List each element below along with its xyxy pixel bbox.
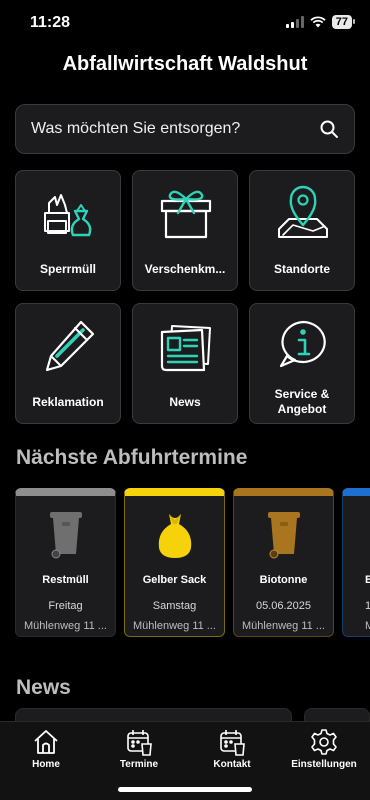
status-bar: 11:28 77 [0,0,370,44]
tab-home[interactable]: Home [0,728,92,778]
gear-icon [311,729,337,755]
grey-bin-icon [50,512,82,559]
pickup-type: Restmüll [42,574,89,586]
tile-label: Sperrmüll [39,261,96,276]
pickup-card-restmuell[interactable]: Restmüll Freitag Mühlenweg 11 ... [15,488,116,637]
newspaper-icon [160,325,211,372]
pickup-card-blaue-tonne[interactable]: Bl 1 M [342,488,370,637]
pickup-street: M [365,620,370,632]
brown-bin-icon [268,512,300,559]
search-icon[interactable] [319,119,339,139]
pickup-day: 05.06.2025 [255,600,312,612]
gift-icon [160,190,212,239]
app-header: Abfallwirtschaft Waldshut [0,44,370,88]
pickup-day: 1 [365,600,370,612]
pickup-type: Biotonne [259,574,308,586]
tab-label: Termine [119,759,159,770]
tile-label: Standorte [273,261,330,276]
tile-label: Verschenkm... [144,261,226,276]
tab-label: Home [32,759,60,770]
status-time: 11:28 [30,14,71,31]
tile-label: Reklamation [32,394,104,409]
pickup-type: Bl [365,574,370,586]
page-title: Abfallwirtschaft Waldshut [62,53,308,75]
bulky-waste-icon [44,194,92,237]
signal-icon [285,16,304,28]
tab-einstellungen[interactable]: Einstellungen [278,728,370,778]
section-title-pickups: Nächste Abfuhrtermine [16,446,248,469]
status-icons: 77 [285,15,356,29]
pickup-street: Mühlenweg 11 ... [242,620,325,632]
pencil-icon [45,320,95,372]
home-indicator[interactable] [118,787,252,792]
map-pin-icon [278,185,328,238]
battery-indicator: 77 [331,15,356,29]
tile-verschenkmarkt[interactable]: Verschenkm... [132,170,238,291]
tab-label: Kontakt [213,759,251,770]
tile-service-angebot[interactable]: Service & Angebot [249,303,355,424]
wifi-icon [310,16,326,28]
yellow-sack-icon [158,514,192,558]
pickup-card-gelber-sack[interactable]: Gelber Sack Samstag Mühlenweg 11 ... [124,488,225,637]
tab-kontakt[interactable]: Kontakt [186,728,278,778]
quick-access-grid: Sperrmüll Verschenkm... Standorte Reklam… [15,170,355,424]
pickup-street: Mühlenweg 11 ... [24,620,107,632]
calendar-bin-icon [220,730,245,756]
search-input[interactable] [31,120,319,138]
tile-reklamation[interactable]: Reklamation [15,303,121,424]
pickup-street: Mühlenweg 11 ... [133,620,216,632]
pickup-day: Freitag [48,600,83,612]
search-bar[interactable] [15,104,355,154]
tile-sperrmuell[interactable]: Sperrmüll [15,170,121,291]
pickup-day: Samstag [152,600,197,612]
section-title-news: News [16,676,71,699]
pickup-card-biotonne[interactable]: Biotonne 05.06.2025 Mühlenweg 11 ... [233,488,334,637]
info-bubble-icon [279,320,326,368]
home-icon [34,730,58,754]
pickup-type: Gelber Sack [142,574,207,586]
tile-news[interactable]: News [132,303,238,424]
tile-standorte[interactable]: Standorte [249,170,355,291]
tile-label: News [169,394,201,409]
pickup-dates-row[interactable]: Restmüll Freitag Mühlenweg 11 ... Gelber… [15,488,370,640]
tab-label: Einstellungen [291,759,357,770]
tab-termine[interactable]: Termine [93,728,185,778]
calendar-bin-icon [127,730,152,756]
tile-label: Service & Angebot [274,387,330,416]
